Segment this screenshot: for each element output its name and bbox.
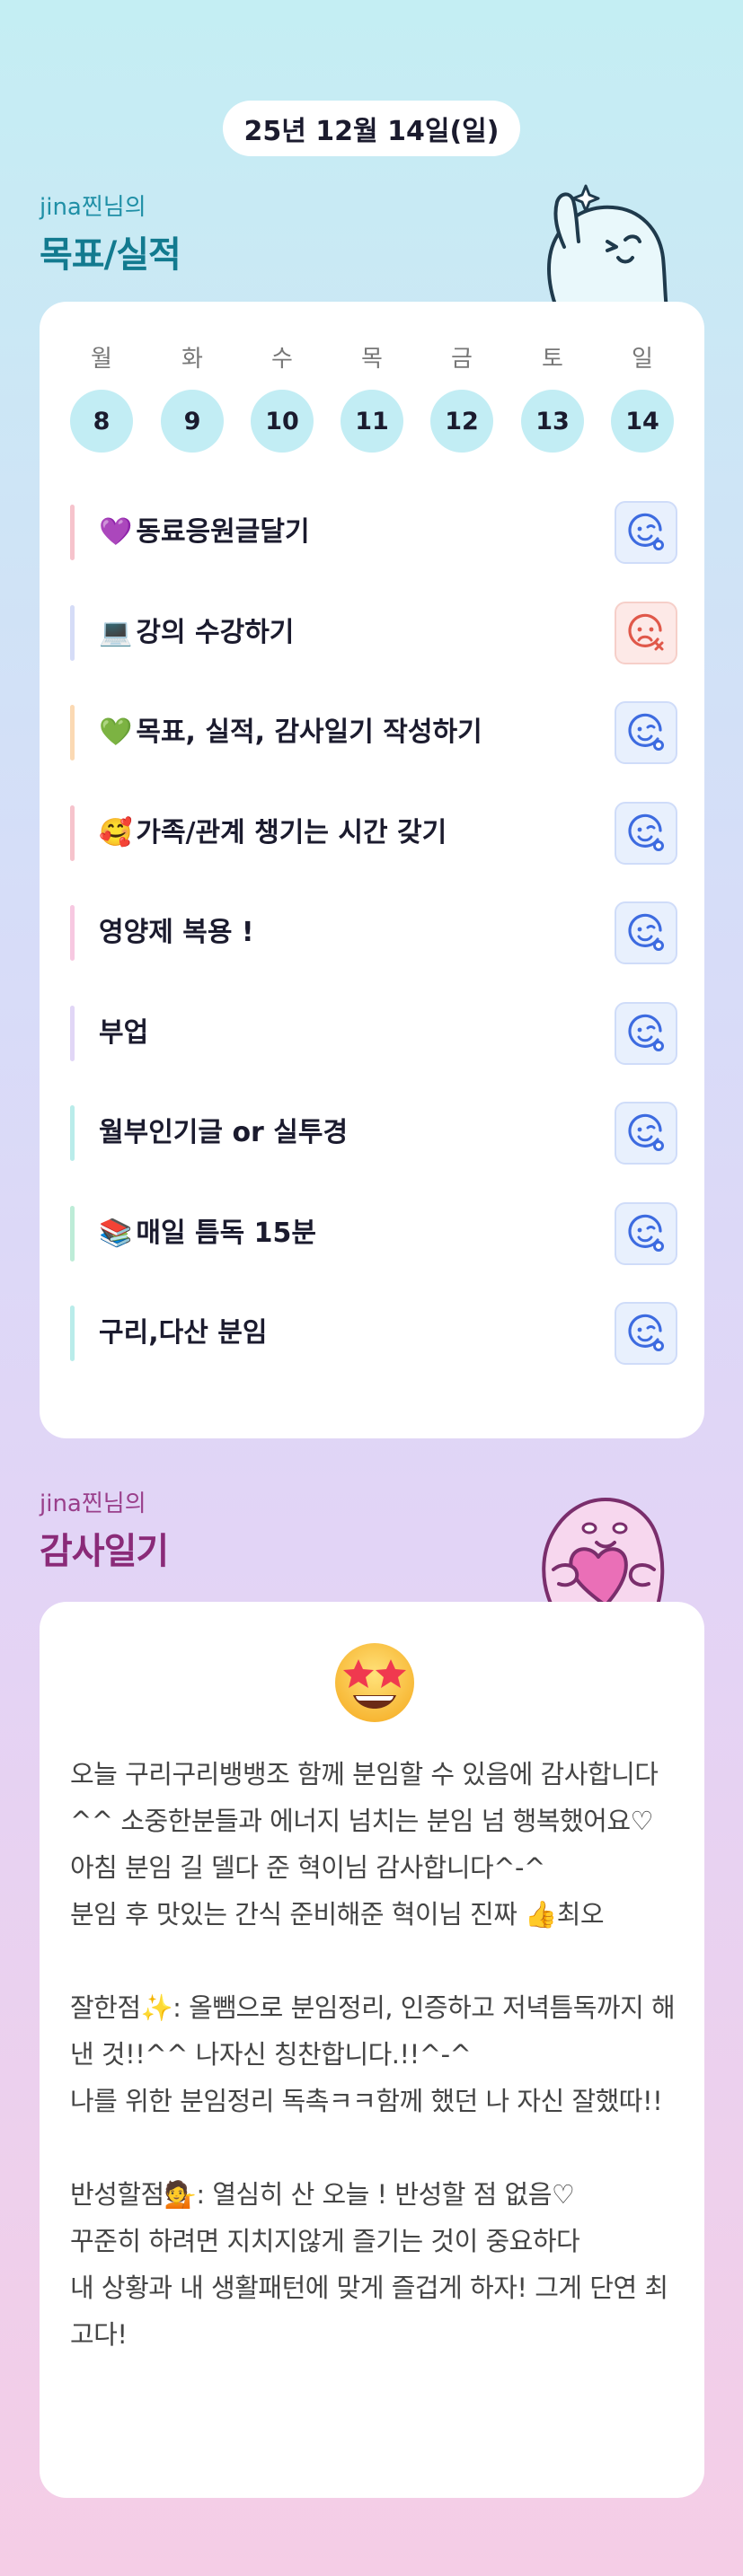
goal-color-bar [70,1005,75,1061]
day-number: 8 [70,390,133,453]
goal-item[interactable]: 구리,다산 분임 [70,1302,677,1365]
smile-check-icon [628,813,664,851]
day-thu[interactable]: 목 11 [341,302,403,453]
goal-item[interactable]: 월부인기글 or 실투경 [70,1102,677,1165]
thanks-header: jina찐님의 감사일기 [40,1485,169,1574]
day-wed[interactable]: 수 10 [251,302,314,453]
goal-emoji: 💜 [99,516,133,548]
goal-label: 매일 틈독 15분 [136,1217,316,1249]
status-done-button[interactable] [615,1102,677,1165]
goal-color-bar [70,604,75,661]
goal-label: 가족/관계 챙기는 시간 갖기 [136,816,447,848]
goal-text: 부업 [99,1002,148,1065]
smile-check-icon [628,513,664,550]
goal-color-bar [70,1105,75,1161]
day-label: 화 [181,346,203,373]
goal-item[interactable]: 💜 동료응원글달기 [70,501,677,564]
goal-emoji: 💻 [99,616,133,648]
thanks-body: 오늘 구리구리뱅뱅조 함께 분임할 수 있음에 감사합니다^^ 소중한분들과 에… [70,1759,676,2350]
goal-item[interactable]: 💚 목표, 실적, 감사일기 작성하기 [70,701,677,764]
smile-check-icon [628,1314,664,1351]
goal-label: 영양제 복용 ! [99,917,254,948]
goal-text: 영양제 복용 ! [99,901,254,964]
goals-title: 목표/실적 [40,234,181,276]
day-tue[interactable]: 화 9 [161,302,224,453]
day-fri[interactable]: 금 12 [430,302,493,453]
date-text: 25년 12월 14일(일) [243,116,500,147]
status-done-button[interactable] [615,1302,677,1365]
day-label: 일 [632,346,653,373]
status-done-button[interactable] [615,901,677,964]
thanks-title: 감사일기 [40,1531,169,1572]
day-number: 10 [251,390,314,453]
smile-check-icon [628,1113,664,1151]
day-label: 토 [542,346,563,373]
goal-label: 부업 [99,1016,149,1049]
goal-item[interactable]: 🥰 가족/관계 챙기는 시간 갖기 [70,801,677,865]
goals-header: jina찐님의 목표/실적 [40,189,181,277]
goal-text: 월부인기글 or 실투경 [99,1102,348,1165]
day-number: 9 [161,390,224,453]
goal-label: 월부인기글 or 실투경 [99,1117,349,1148]
goal-item[interactable]: 📚 매일 틈독 15분 [70,1201,677,1265]
goals-card: 월 8 화 9 수 10 목 11 금 12 토 13 일 14 💜 동료응원글달… [40,302,704,1438]
goal-item[interactable]: 영양제 복용 ! [70,901,677,964]
day-label: 금 [451,346,473,373]
goal-color-bar [70,705,75,760]
goal-color-bar [70,505,75,560]
sad-x-icon [628,613,664,650]
goal-item[interactable]: 💻 강의 수강하기 [70,601,677,664]
day-label: 목 [361,346,383,373]
goal-label: 동료응원글달기 [136,516,310,548]
goal-emoji: 📚 [99,1217,133,1249]
goal-label: 강의 수강하기 [136,616,295,648]
goal-text: 💜 동료응원글달기 [99,501,310,564]
goals-owner: jina찐님의 [40,194,146,221]
goal-item[interactable]: 부업 [70,1001,677,1065]
status-done-button[interactable] [615,1201,677,1265]
smile-check-icon [628,1014,664,1051]
smile-check-icon [628,1214,664,1252]
day-sun[interactable]: 일 14 [611,302,674,453]
star-struck-face-icon [335,1643,414,1722]
goal-color-bar [70,804,75,861]
status-done-button[interactable] [615,701,677,764]
day-number: 14 [611,390,674,453]
day-number: 13 [521,390,584,453]
goal-label: 목표, 실적, 감사일기 작성하기 [136,717,482,748]
goal-color-bar [70,1205,75,1262]
day-label: 월 [91,346,112,373]
status-done-button[interactable] [615,501,677,564]
goal-emoji: 💚 [99,717,133,748]
day-mon[interactable]: 월 8 [70,302,133,453]
status-done-button[interactable] [615,801,677,865]
thanks-card: 오늘 구리구리뱅뱅조 함께 분임할 수 있음에 감사합니다^^ 소중한분들과 에… [40,1602,704,2498]
day-number: 11 [341,390,403,453]
goal-color-bar [70,1306,75,1361]
day-number: 12 [430,390,493,453]
status-failed-button[interactable] [615,601,677,664]
goal-text: 구리,다산 분임 [99,1302,267,1365]
day-label: 수 [271,346,293,373]
goal-text: 💚 목표, 실적, 감사일기 작성하기 [99,701,482,764]
goal-color-bar [70,905,75,961]
goal-text: 🥰 가족/관계 챙기는 시간 갖기 [99,802,447,865]
goal-text: 💻 강의 수강하기 [99,602,294,664]
status-done-button[interactable] [615,1001,677,1065]
goal-text: 📚 매일 틈독 15분 [99,1202,316,1265]
smile-check-icon [628,713,664,751]
waving-mascot-icon [547,184,669,310]
heart-mascot-icon [542,1497,665,1605]
goal-label: 구리,다산 분임 [99,1317,268,1349]
smile-check-icon [628,913,664,951]
day-sat[interactable]: 토 13 [521,302,584,453]
date-pill[interactable]: 25년 12월 14일(일) [223,101,520,156]
goal-emoji: 🥰 [99,816,133,848]
thanks-owner: jina찐님의 [40,1490,146,1517]
